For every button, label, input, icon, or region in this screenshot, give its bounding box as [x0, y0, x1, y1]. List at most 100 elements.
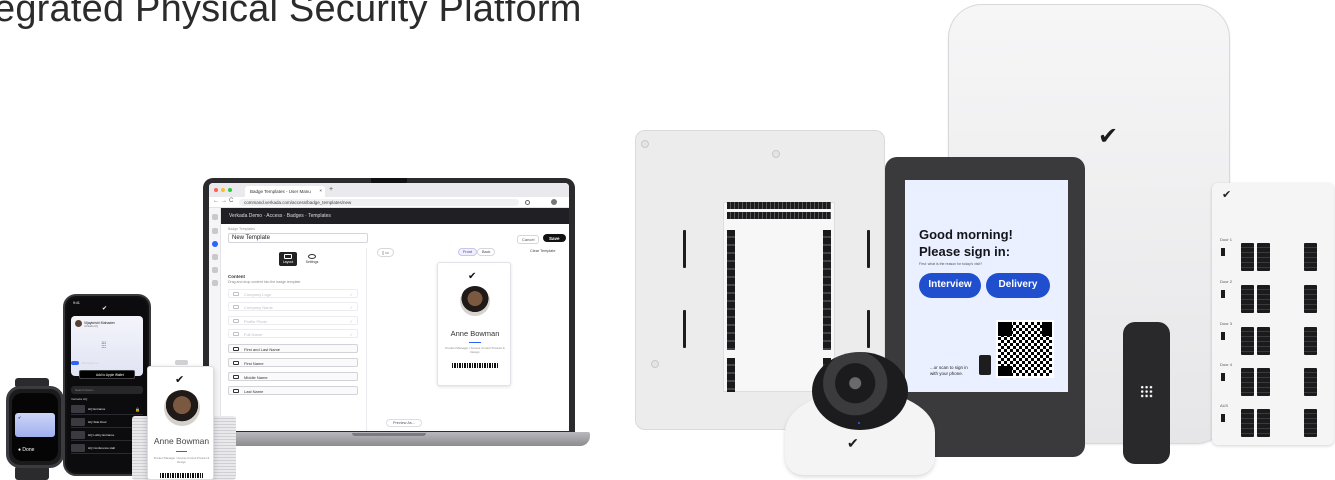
orientation-toggle[interactable]: ▯ ▭: [377, 248, 394, 257]
interview-button[interactable]: Interview: [919, 273, 981, 298]
new-tab-button[interactable]: +: [329, 186, 333, 193]
door-name: HQ Side Door: [88, 420, 107, 424]
reports-icon[interactable]: [212, 254, 218, 260]
terminal-block: [1241, 327, 1254, 355]
field-company-logo[interactable]: Company Logo ✓: [228, 289, 358, 298]
field-profile-photo[interactable]: Profile Photo ✓: [228, 316, 358, 325]
cancel-button[interactable]: Cancel: [517, 235, 540, 244]
text-icon: [233, 332, 239, 336]
kiosk-scan-text: ...or scan to sign in with your phone.: [930, 365, 968, 376]
terminal-strip: [727, 212, 831, 219]
terminal-block: [1257, 409, 1270, 437]
check-icon: ✓: [349, 292, 353, 297]
port: [1221, 332, 1225, 340]
side-front-toggle[interactable]: Front: [458, 248, 477, 256]
clear-template-button[interactable]: Clear Template: [526, 248, 559, 254]
mount-slot: [683, 310, 686, 348]
window-minimize-button[interactable]: [221, 188, 225, 192]
forward-button[interactable]: →: [221, 198, 227, 204]
terminal-block: [823, 230, 831, 350]
field-label: Last Name: [244, 389, 264, 394]
verkada-logo-icon: ✔: [1222, 189, 1232, 201]
door-search-input[interactable]: Search doors...: [71, 386, 143, 394]
field-label: Middle Name: [244, 375, 268, 380]
tab-close-icon[interactable]: ×: [319, 188, 322, 193]
door-thumbnail: [71, 418, 85, 426]
window-close-button[interactable]: [214, 188, 218, 192]
badge-name: Anne Bowman: [153, 436, 210, 446]
access-icon[interactable]: [212, 241, 218, 247]
users-icon[interactable]: [212, 267, 218, 273]
circuit-board: [723, 202, 835, 392]
qr-code-icon[interactable]: [996, 320, 1054, 378]
port: [1221, 414, 1225, 422]
badge-accent-line: [176, 451, 187, 452]
terminal-block: [1304, 368, 1317, 396]
watch-credential-card[interactable]: ✔: [15, 413, 55, 437]
preview-as-dropdown[interactable]: Preview As...: [386, 419, 422, 427]
gear-icon: [308, 254, 316, 259]
badge-role: Product Manager / Access Control Product…: [445, 346, 505, 354]
door-label: AUX: [1220, 403, 1229, 408]
content-heading: Content: [228, 274, 245, 279]
field-last-name[interactable]: Last Name: [228, 386, 358, 395]
side-back-toggle[interactable]: Back: [477, 248, 496, 256]
settings-icon[interactable]: [212, 280, 218, 286]
verkada-logo-icon: ✔: [175, 374, 185, 386]
smartwatch: ✔ ● Done: [6, 386, 64, 468]
terminal-block: [1257, 327, 1270, 355]
text-icon: [233, 375, 239, 379]
profile-icon[interactable]: [551, 199, 557, 205]
door-thumbnail: [71, 444, 85, 452]
credential-org: Verkada HQ: [84, 325, 99, 328]
door-thumbnail: [71, 405, 85, 413]
tab-layout[interactable]: Layout: [279, 252, 297, 266]
reload-button[interactable]: C: [229, 198, 233, 204]
field-first-last-name[interactable]: First and Last Name: [228, 344, 358, 353]
door-thumbnail: [71, 431, 85, 439]
save-button[interactable]: Save: [543, 234, 566, 242]
terminal-strip: [727, 202, 831, 209]
terminal-block: [1241, 243, 1254, 271]
verkada-logo-icon: ✔: [102, 306, 108, 312]
product-banner: egrated Physical Security Platform Badge…: [0, 0, 1335, 480]
text-icon: [233, 347, 239, 351]
terminal-block: [1241, 409, 1254, 437]
image-icon: [233, 292, 239, 296]
template-name-input[interactable]: New Template: [228, 233, 368, 243]
bluetooth-toggle[interactable]: [71, 361, 79, 365]
terminal-block: [1241, 368, 1254, 396]
delivery-button[interactable]: Delivery: [986, 273, 1050, 298]
apps-grid-icon[interactable]: [212, 214, 218, 220]
barcode: [160, 473, 203, 478]
window-maximize-button[interactable]: [228, 188, 232, 192]
barcode: [452, 363, 498, 368]
search-icon[interactable]: [525, 200, 530, 205]
url-field[interactable]: command.verkada.com/access/badge_templat…: [239, 199, 519, 206]
field-company-name[interactable]: Company Name ✓: [228, 302, 358, 311]
lock-icon[interactable]: 🔒: [135, 407, 140, 412]
browser-tab[interactable]: Badge Templates - User Manu ×: [245, 186, 325, 197]
field-first-name[interactable]: First Name: [228, 358, 358, 367]
check-icon: ✓: [349, 332, 353, 337]
field-label: First Name: [244, 361, 264, 366]
laptop-screen: Badge Templates - User Manu × + ← → C co…: [209, 183, 569, 431]
door-label: Door 1: [1220, 237, 1233, 242]
screw-icon: [651, 360, 659, 368]
watch-done-button[interactable]: ● Done: [18, 447, 34, 453]
back-button[interactable]: ←: [213, 198, 219, 204]
add-to-wallet-button[interactable]: Add to Apple Wallet: [79, 370, 135, 379]
phone-icon: [979, 355, 991, 375]
breadcrumb[interactable]: Badge Templates: [228, 227, 255, 231]
mount-slot: [683, 230, 686, 268]
devices-icon[interactable]: [212, 228, 218, 234]
door-label: Door 4: [1220, 362, 1233, 367]
field-middle-name[interactable]: Middle Name: [228, 372, 358, 381]
tab-settings[interactable]: Settings: [303, 252, 321, 266]
list-item[interactable]: HQ Entrance 🔒: [71, 403, 143, 415]
content-subheading: Drag and drop content into the badge tem…: [228, 280, 301, 284]
template-editor: Badge Templates New Template Cancel Save…: [221, 224, 569, 431]
field-full-name[interactable]: Full Name ✓: [228, 329, 358, 338]
panel-divider: [366, 248, 367, 431]
keypad-icon: ⁞⁞⁞: [101, 340, 106, 350]
